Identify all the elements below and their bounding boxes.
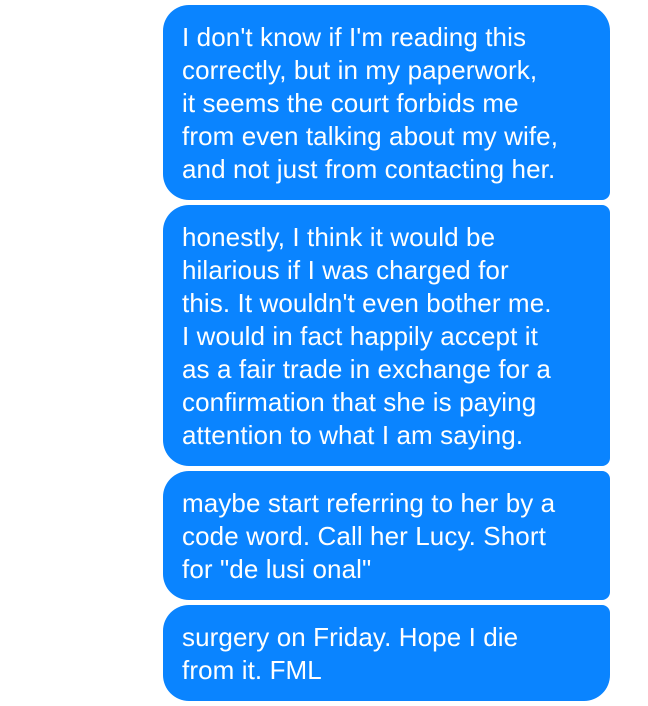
sent-message-bubble[interactable]: surgery on Friday. Hope I die from it. F… <box>163 605 610 701</box>
sent-message-bubble[interactable]: honestly, I think it would be hilarious … <box>163 205 610 466</box>
message-thread: I don't know if I'm reading this correct… <box>163 5 610 706</box>
sent-message-bubble[interactable]: I don't know if I'm reading this correct… <box>163 5 610 200</box>
sent-message-bubble[interactable]: maybe start referring to her by a code w… <box>163 471 610 600</box>
